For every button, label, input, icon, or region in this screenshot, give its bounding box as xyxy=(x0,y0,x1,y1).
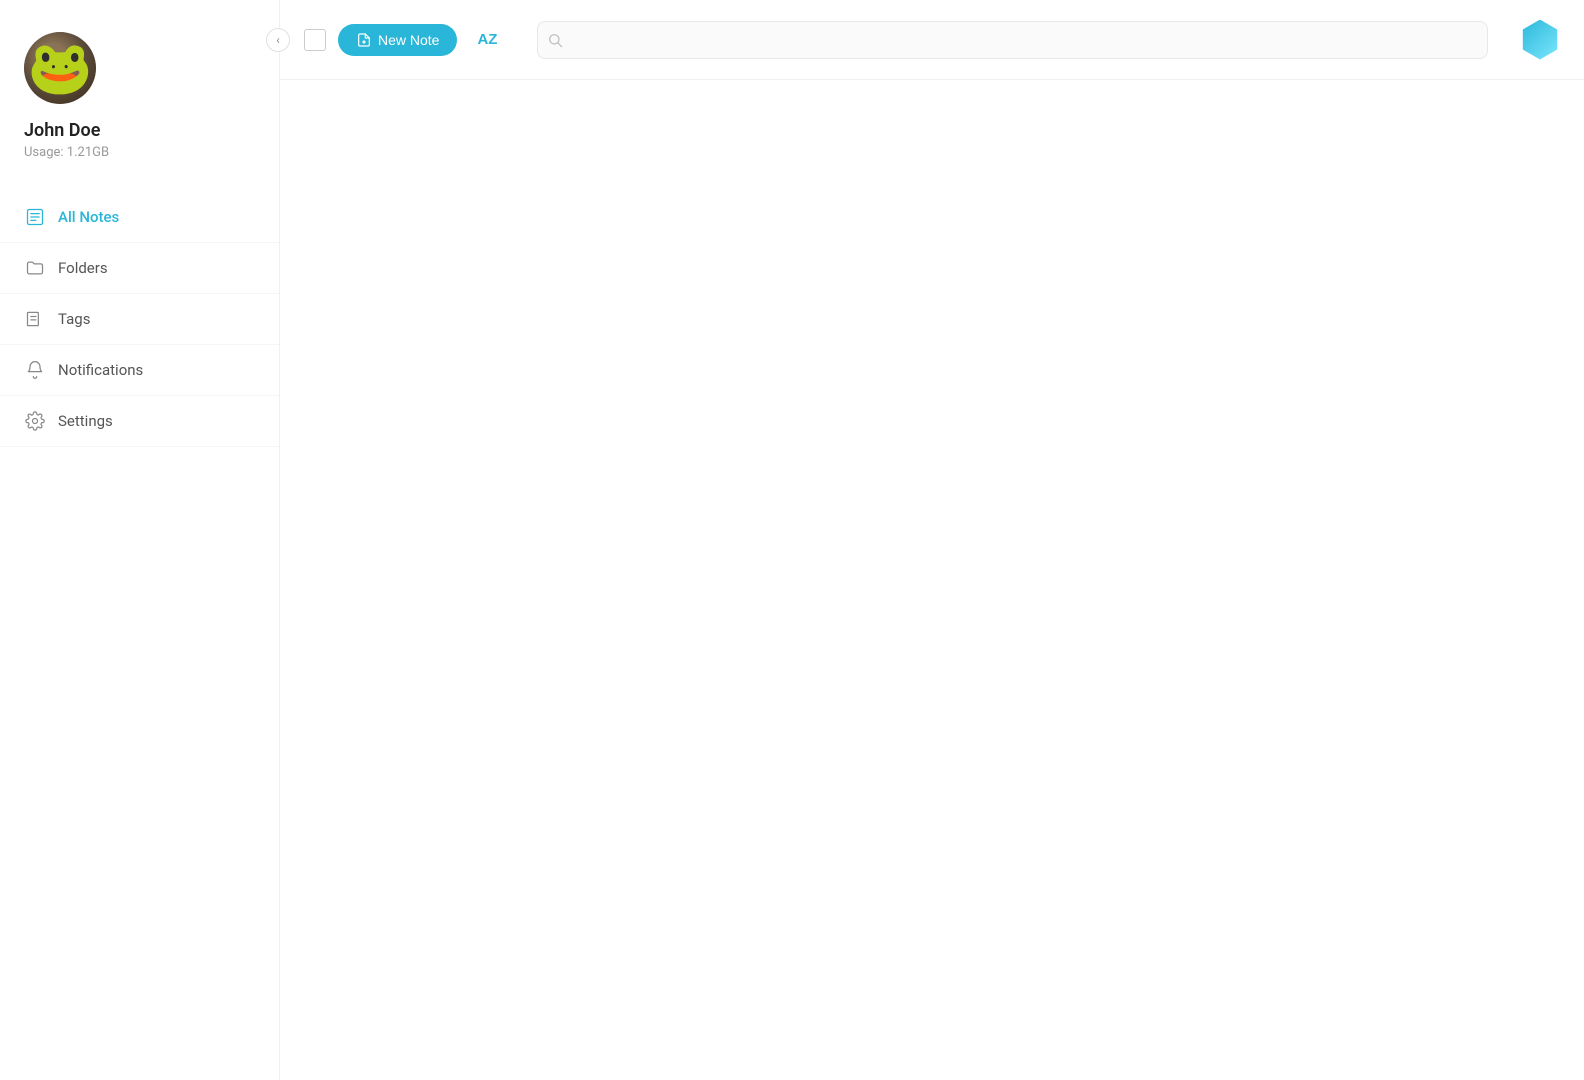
top-right xyxy=(1520,20,1560,60)
bell-icon xyxy=(24,359,46,381)
avatar[interactable] xyxy=(24,32,96,104)
collapse-sidebar-button[interactable]: ‹ xyxy=(266,28,290,52)
search-bar xyxy=(537,21,1488,59)
sidebar-item-tags[interactable]: Tags xyxy=(0,294,279,345)
hexagon-app-icon[interactable] xyxy=(1520,20,1560,60)
sidebar-profile: John Doe Usage: 1.21GB xyxy=(0,0,279,184)
user-name: John Doe xyxy=(24,120,100,141)
sidebar-item-label-all-notes: All Notes xyxy=(58,208,119,226)
sidebar-nav: All Notes Folders Tags xyxy=(0,184,279,1080)
sidebar-item-folders[interactable]: Folders xyxy=(0,243,279,294)
sidebar: John Doe Usage: 1.21GB All Notes Folde xyxy=(0,0,280,1080)
new-note-button[interactable]: New Note xyxy=(338,24,457,56)
sidebar-item-settings[interactable]: Settings xyxy=(0,396,279,447)
sidebar-item-all-notes[interactable]: All Notes xyxy=(0,192,279,243)
sort-button[interactable]: AZ xyxy=(469,27,505,52)
sidebar-item-label-tags: Tags xyxy=(58,310,90,328)
sidebar-item-label-folders: Folders xyxy=(58,259,108,277)
topbar: ‹ New Note AZ xyxy=(280,0,1584,80)
main-content: ‹ New Note AZ xyxy=(280,0,1584,1080)
search-input[interactable] xyxy=(537,21,1488,59)
sidebar-item-label-settings: Settings xyxy=(58,412,113,430)
notes-area xyxy=(280,80,1584,1080)
new-note-label: New Note xyxy=(378,32,439,48)
select-all-button[interactable] xyxy=(304,29,326,51)
folder-icon xyxy=(24,257,46,279)
search-icon xyxy=(547,32,563,48)
sidebar-item-notifications[interactable]: Notifications xyxy=(0,345,279,396)
notes-icon xyxy=(24,206,46,228)
sidebar-item-label-notifications: Notifications xyxy=(58,361,143,379)
toolbar-left: New Note AZ xyxy=(304,24,505,56)
gear-icon xyxy=(24,410,46,432)
new-note-icon xyxy=(356,32,372,48)
tag-icon xyxy=(24,308,46,330)
user-usage: Usage: 1.21GB xyxy=(24,145,109,160)
